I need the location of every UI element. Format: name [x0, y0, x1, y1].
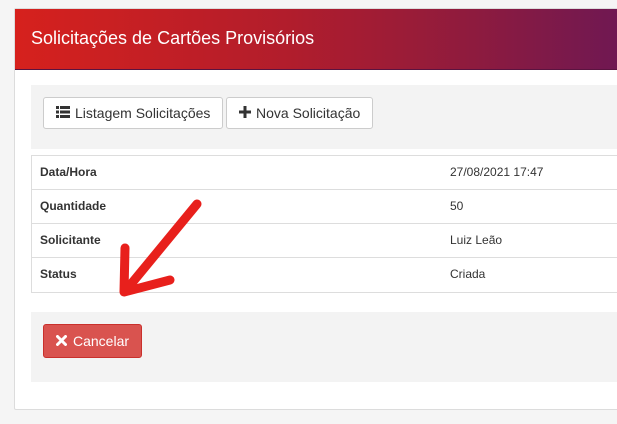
detail-value: 50: [450, 199, 464, 213]
list-requests-button[interactable]: Listagem Solicitações: [43, 97, 224, 129]
new-request-label: Nova Solicitação: [256, 105, 361, 121]
actions-bar: Cancelar: [31, 312, 617, 382]
detail-label: Quantidade: [40, 199, 107, 213]
detail-value: Criada: [450, 267, 486, 281]
list-icon: [56, 98, 70, 128]
toolbar: Listagem Solicitações Nova Solicitação: [31, 85, 617, 149]
new-request-button[interactable]: Nova Solicitação: [226, 97, 374, 129]
plus-icon: [239, 98, 251, 128]
table-row: Status Criada: [32, 258, 617, 292]
close-icon: [56, 325, 67, 357]
detail-value: 27/08/2021 17:47: [450, 165, 544, 179]
detail-label: Data/Hora: [40, 165, 97, 179]
details-table: Data/Hora 27/08/2021 17:47 Quantidade 50…: [31, 155, 617, 293]
detail-value: Luiz Leão: [450, 233, 503, 247]
requests-panel: Solicitações de Cartões Provisórios List…: [14, 8, 617, 410]
detail-label: Status: [40, 267, 77, 281]
cancel-button[interactable]: Cancelar: [43, 324, 143, 358]
page-title: Solicitações de Cartões Provisórios: [31, 28, 315, 48]
detail-label: Solicitante: [40, 233, 101, 247]
cancel-label: Cancelar: [73, 333, 130, 349]
table-row: Solicitante Luiz Leão: [32, 224, 617, 258]
table-row: Quantidade 50: [32, 190, 617, 224]
list-requests-label: Listagem Solicitações: [75, 105, 211, 121]
panel-header: Solicitações de Cartões Provisórios: [15, 9, 617, 70]
table-row: Data/Hora 27/08/2021 17:47: [32, 156, 617, 190]
